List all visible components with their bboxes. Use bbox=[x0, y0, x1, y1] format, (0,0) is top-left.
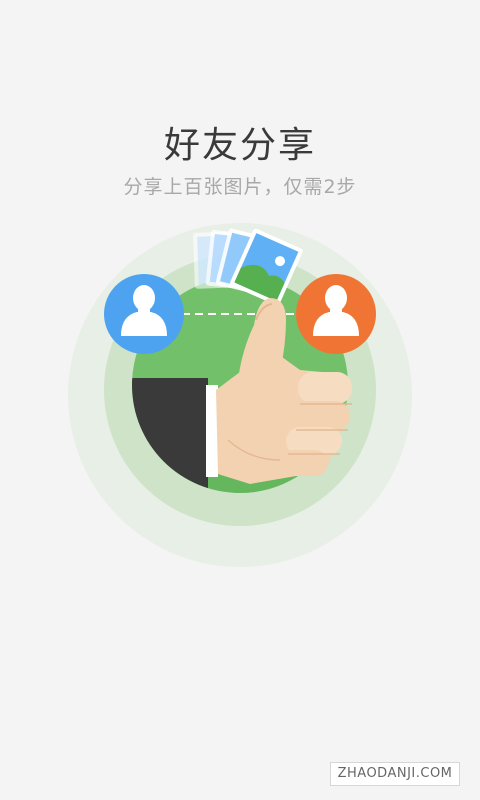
left-user-avatar bbox=[104, 274, 184, 354]
right-user-avatar bbox=[296, 274, 376, 354]
watermark: ZHAODANJI.COM bbox=[330, 762, 460, 786]
share-illustration bbox=[68, 223, 412, 567]
